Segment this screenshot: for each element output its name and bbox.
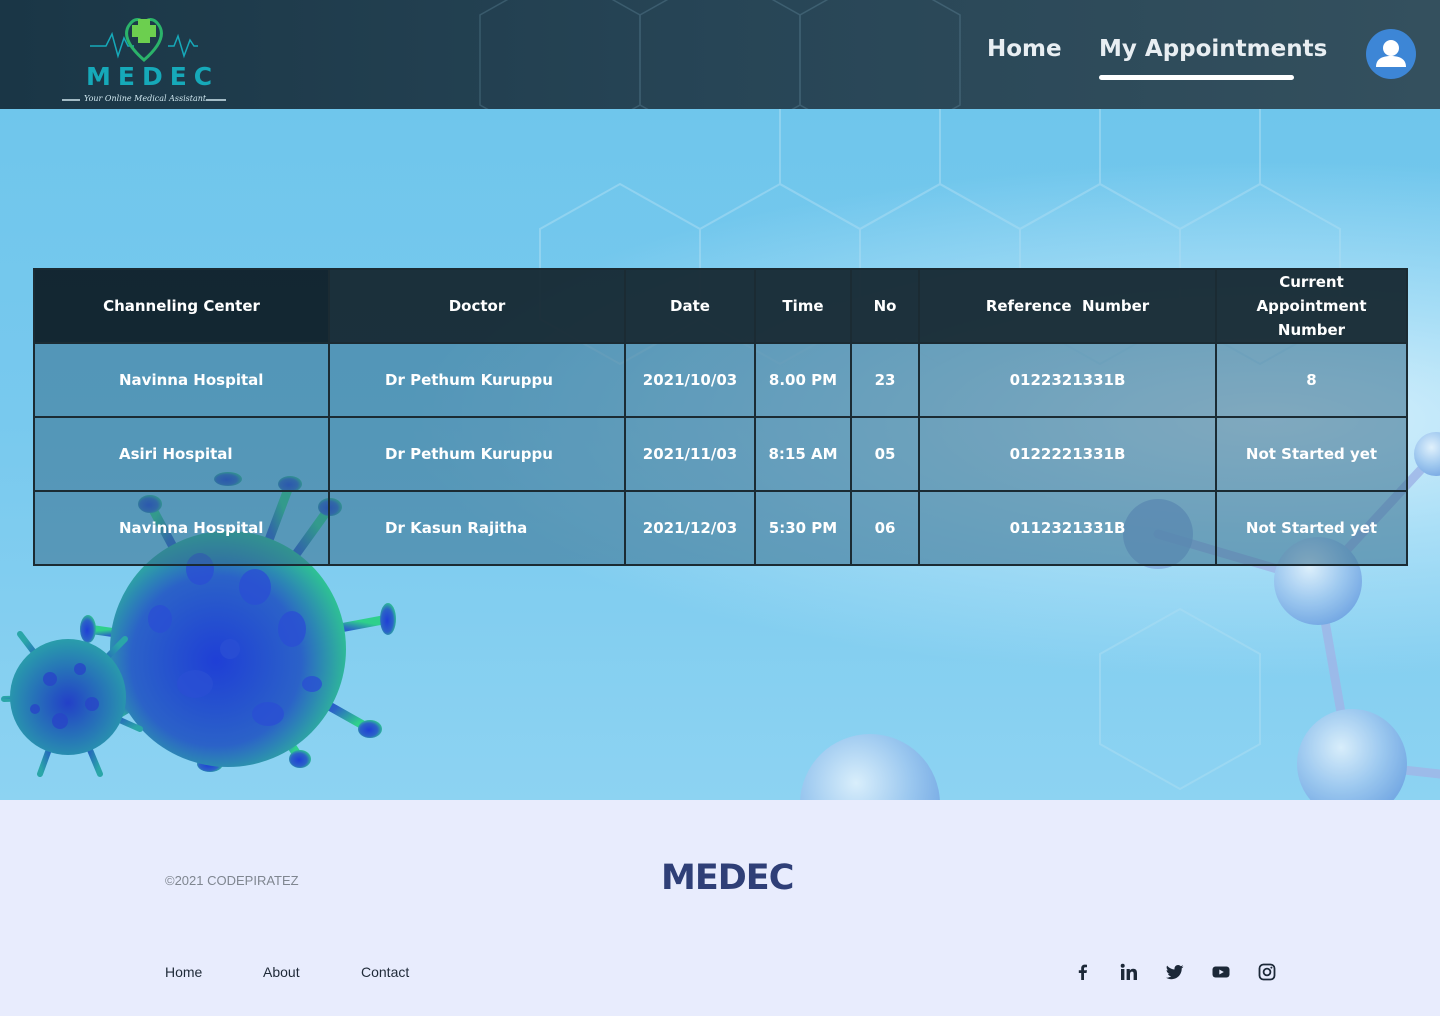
header-channeling-center: Channeling Center: [33, 268, 330, 344]
header-doctor: Doctor: [328, 268, 626, 344]
cell-current-appointment-number: 8: [1215, 342, 1408, 418]
cell-date: 2021/10/03: [624, 342, 756, 418]
header-current-appointment-number: Current Appointment Number: [1215, 268, 1408, 344]
heartbeat-cross-icon: [62, 18, 226, 101]
table-row[interactable]: Navinna Hospital Dr Kasun Rajitha 2021/1…: [33, 490, 1408, 566]
cell-doctor: Dr Pethum Kuruppu: [328, 342, 626, 418]
active-nav-indicator: [1099, 75, 1294, 80]
header-time: Time: [754, 268, 852, 344]
instagram-icon[interactable]: [1257, 962, 1277, 982]
cell-doctor: Dr Pethum Kuruppu: [328, 416, 626, 492]
cell-doctor: Dr Kasun Rajitha: [328, 490, 626, 566]
footer: ©2021 CODEPIRATEZ MEDEC Home About Conta…: [0, 800, 1440, 1016]
table-header-row: Channeling Center Doctor Date Time No Re…: [33, 268, 1408, 344]
footer-link-about[interactable]: About: [263, 964, 300, 980]
user-avatar-button[interactable]: [1366, 29, 1416, 79]
facebook-icon[interactable]: [1073, 962, 1093, 982]
table-row[interactable]: Navinna Hospital Dr Pethum Kuruppu 2021/…: [33, 342, 1408, 418]
cell-reference-number: 0122221331B: [918, 416, 1217, 492]
cell-time: 5:30 PM: [754, 490, 852, 566]
cell-reference-number: 0112321331B: [918, 490, 1217, 566]
linkedin-icon[interactable]: [1119, 962, 1139, 982]
table-row[interactable]: Asiri Hospital Dr Pethum Kuruppu 2021/11…: [33, 416, 1408, 492]
footer-brand: MEDEC: [661, 858, 794, 898]
footer-link-contact[interactable]: Contact: [361, 964, 409, 980]
cell-current-appointment-number: Not Started yet: [1215, 490, 1408, 566]
cell-date: 2021/11/03: [624, 416, 756, 492]
header-no: No: [850, 268, 920, 344]
cell-reference-number: 0122321331B: [918, 342, 1217, 418]
cell-channeling-center: Navinna Hospital: [33, 342, 330, 418]
logo-wordmark: MEDEC: [86, 62, 220, 91]
appointments-table: Channeling Center Doctor Date Time No Re…: [33, 268, 1408, 566]
nav-my-appointments-link[interactable]: My Appointments: [1099, 36, 1327, 62]
footer-link-home[interactable]: Home: [165, 964, 202, 980]
youtube-icon[interactable]: [1211, 962, 1231, 982]
user-avatar-icon: [1376, 40, 1406, 67]
cell-date: 2021/12/03: [624, 490, 756, 566]
cell-channeling-center: Asiri Hospital: [33, 416, 330, 492]
logo-tagline: Your Online Medical Assistant: [84, 94, 207, 103]
cell-time: 8:15 AM: [754, 416, 852, 492]
nav-home-link[interactable]: Home: [987, 36, 1062, 62]
cell-channeling-center: Navinna Hospital: [33, 490, 330, 566]
cell-no: 23: [850, 342, 920, 418]
hero-section: Channeling Center Doctor Date Time No Re…: [0, 109, 1440, 800]
header-reference-number: Reference Number: [918, 268, 1217, 344]
top-navbar: MEDEC Your Online Medical Assistant Home…: [0, 0, 1440, 109]
cell-current-appointment-number: Not Started yet: [1215, 416, 1408, 492]
copyright-text: ©2021 CODEPIRATEZ: [165, 873, 299, 888]
twitter-icon[interactable]: [1165, 962, 1185, 982]
medec-logo[interactable]: MEDEC Your Online Medical Assistant: [58, 6, 230, 106]
cell-no: 06: [850, 490, 920, 566]
cell-no: 05: [850, 416, 920, 492]
header-date: Date: [624, 268, 756, 344]
cell-time: 8.00 PM: [754, 342, 852, 418]
